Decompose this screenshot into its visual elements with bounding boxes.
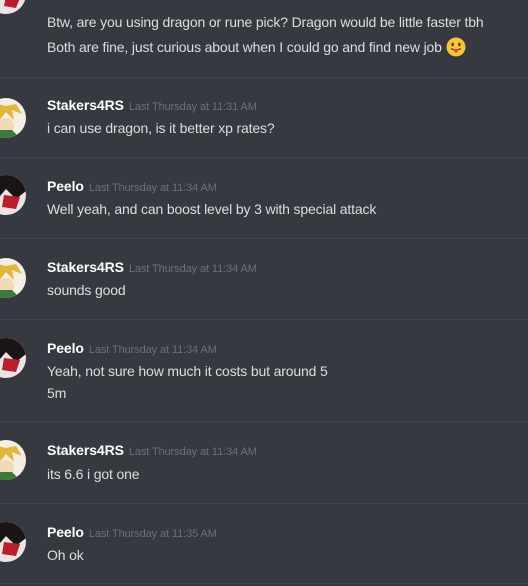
timestamp: Last Thursday at 11:34 AM [88,344,217,356]
avatar[interactable] [0,522,26,562]
timestamp: Last Thursday at 11:34 AM [128,263,257,275]
message-divider [0,503,528,504]
message-text: Btw, are you using dragon or rune pick? … [47,14,484,30]
message-text: Well yeah, and can boost level by 3 with… [47,201,377,217]
chat-message-list[interactable]: Btw, are you using dragon or rune pick? … [0,0,528,586]
message-text: its 6.6 i got one [47,466,140,482]
timestamp: Last Thursday at 11:34 AM [88,182,217,194]
message-text: Both are fine, just curious about when I… [47,37,466,57]
username[interactable]: Stakers4RS Last Thursday at 11:34 AM [47,442,257,458]
message-divider [0,421,528,422]
message-divider [0,238,528,239]
timestamp: Last Thursday at 11:31 AM [128,101,257,113]
timestamp: Last Thursday at 11:35 AM [88,528,217,540]
username[interactable]: Peelo Last Thursday at 11:34 AM [47,340,217,356]
face-with-tongue-emoji [446,37,466,57]
message-divider [0,583,528,584]
message-text: Oh ok [47,547,84,563]
timestamp: Last Thursday at 11:34 AM [128,446,257,458]
message-text: Yeah, not sure how much it costs but aro… [47,363,328,379]
message-text: sounds good [47,282,126,298]
username[interactable]: Stakers4RS Last Thursday at 11:31 AM [47,97,257,113]
username-text[interactable]: Peelo [47,178,84,194]
message-divider [0,319,528,320]
username-text[interactable]: Stakers4RS [47,442,124,458]
avatar[interactable] [0,338,26,378]
message-divider [0,77,528,78]
username-text[interactable]: Peelo [47,340,84,356]
username-text[interactable]: Stakers4RS [47,97,124,113]
username[interactable]: Peelo Last Thursday at 11:34 AM [47,178,217,194]
avatar[interactable] [0,175,26,215]
username-text[interactable]: Stakers4RS [47,259,124,275]
username[interactable]: Stakers4RS Last Thursday at 11:34 AM [47,259,257,275]
avatar[interactable] [0,0,26,14]
username-text[interactable]: Peelo [47,524,84,540]
avatar[interactable] [0,258,26,298]
message-text-content: Both are fine, just curious about when I… [47,39,442,55]
username[interactable]: Peelo Last Thursday at 11:35 AM [47,524,217,540]
avatar[interactable] [0,98,26,138]
message-text: i can use dragon, is it better xp rates? [47,120,275,136]
avatar[interactable] [0,440,26,480]
message-text: 5m [47,385,67,401]
message-divider [0,157,528,158]
